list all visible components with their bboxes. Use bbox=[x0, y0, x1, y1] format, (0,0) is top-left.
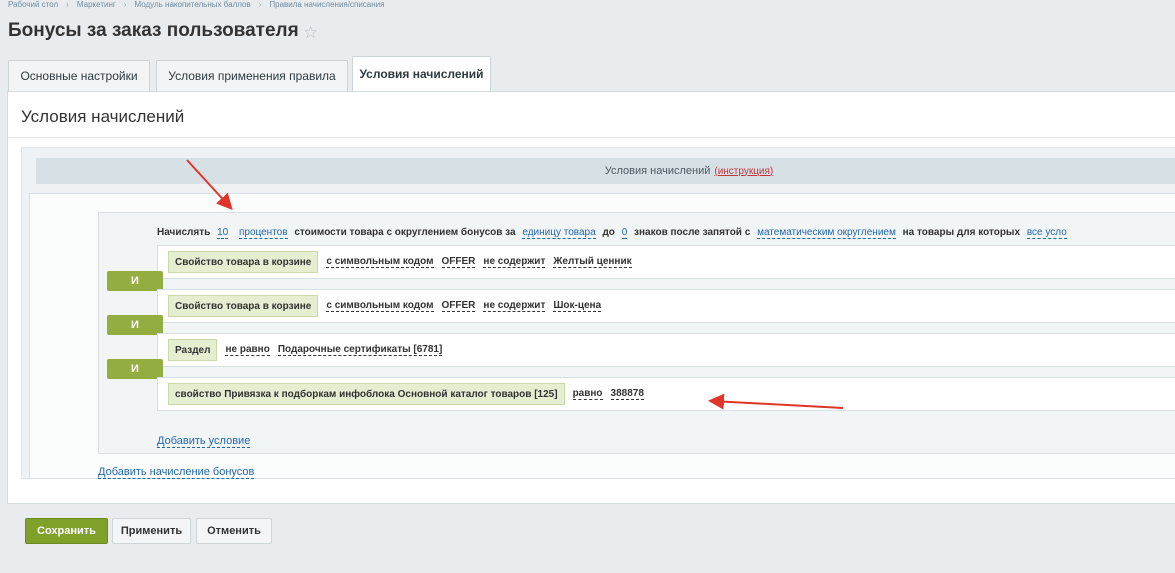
bonus-accrual-block: Начислять 10 процентов стоимости товара … bbox=[29, 193, 1175, 479]
conditions-area: Условия начислений (инструкция) Начислят… bbox=[21, 147, 1175, 479]
conditions-header: Условия начислений (инструкция) bbox=[36, 158, 1175, 184]
breadcrumb-item[interactable]: Рабочий стол bbox=[8, 0, 58, 9]
rounding-select[interactable]: математическим округлением bbox=[757, 227, 896, 239]
rule-text: на товары для которых bbox=[902, 227, 1021, 238]
conditions-header-title: Условия начислений bbox=[604, 165, 711, 177]
tab-accrual-conditions[interactable]: Условия начислений bbox=[352, 56, 491, 91]
condition-token[interactable]: не содержит bbox=[483, 256, 546, 268]
condition-token[interactable]: не содержит bbox=[483, 300, 546, 312]
rule-text: стоимости товара с округлением бонусов з… bbox=[294, 227, 516, 238]
and-connector[interactable]: И bbox=[107, 271, 163, 291]
condition-token[interactable]: равно bbox=[572, 388, 603, 400]
cancel-button[interactable]: Отменить bbox=[196, 518, 272, 544]
divider bbox=[8, 137, 1175, 138]
condition-row: Свойство товара в корзине с символьным к… bbox=[157, 289, 1175, 323]
tab-main-settings[interactable]: Основные настройки bbox=[8, 60, 150, 91]
condition-row: Раздел не равно Подарочные сертификаты [… bbox=[157, 333, 1175, 367]
scope-select[interactable]: все усло bbox=[1026, 227, 1067, 239]
add-bonus-link[interactable]: Добавить начисление бонусов bbox=[98, 466, 255, 479]
and-connector[interactable]: И bbox=[107, 315, 163, 335]
breadcrumb-item[interactable]: Модуль накопительных баллов bbox=[134, 0, 250, 9]
condition-group: Начислять 10 процентов стоимости товара … bbox=[98, 212, 1175, 454]
condition-row: свойство Привязка к подборкам инфоблока … bbox=[157, 377, 1175, 411]
condition-token[interactable]: не равно bbox=[225, 344, 270, 356]
rule-text: до bbox=[602, 227, 615, 238]
condition-type-chip[interactable]: Раздел bbox=[168, 339, 218, 361]
tab-rule-conditions[interactable]: Условия применения правила bbox=[156, 60, 348, 91]
condition-token[interactable]: с символьным кодом bbox=[326, 300, 434, 312]
amount-value[interactable]: 10 bbox=[217, 227, 229, 239]
unit-select[interactable]: процентов bbox=[238, 227, 288, 239]
per-unit-select[interactable]: единицу товара bbox=[522, 227, 596, 239]
chevron-right-icon: › bbox=[258, 0, 262, 9]
condition-row: Свойство товара в корзине с символьным к… bbox=[157, 245, 1175, 279]
breadcrumb: Рабочий стол › Маркетинг › Модуль накопитель… bbox=[8, 0, 384, 10]
panel-title: Условия начислений bbox=[21, 107, 185, 126]
condition-type-chip[interactable]: свойство Привязка к подборкам инфоблока … bbox=[168, 383, 565, 405]
rule-text: знаков после запятой с bbox=[634, 227, 751, 238]
content-panel: Условия начислений Условия начислений (и… bbox=[7, 91, 1175, 504]
condition-token[interactable]: OFFER bbox=[441, 300, 476, 312]
condition-type-chip[interactable]: Свойство товара в корзине bbox=[168, 295, 319, 317]
and-connector[interactable]: И bbox=[107, 359, 163, 379]
digits-value[interactable]: 0 bbox=[621, 227, 628, 239]
chevron-right-icon: › bbox=[123, 0, 127, 9]
chevron-right-icon: › bbox=[66, 0, 69, 9]
apply-button[interactable]: Применить bbox=[112, 518, 191, 544]
condition-type-chip[interactable]: Свойство товара в корзине bbox=[168, 251, 319, 273]
star-icon[interactable]: ☆ bbox=[303, 23, 318, 43]
accrual-rule-line: Начислять 10 процентов стоимости товара … bbox=[157, 227, 1071, 239]
condition-token[interactable]: 388878 bbox=[610, 388, 644, 400]
condition-token[interactable]: OFFER bbox=[441, 256, 476, 268]
condition-token[interactable]: Шок-цена bbox=[553, 300, 602, 312]
save-button[interactable]: Сохранить bbox=[25, 518, 108, 544]
breadcrumb-item[interactable]: Маркетинг bbox=[77, 0, 116, 9]
instruction-link[interactable]: (инструкция) bbox=[714, 166, 773, 177]
condition-token[interactable]: с символьным кодом bbox=[326, 256, 434, 268]
condition-token[interactable]: Желтый ценник bbox=[553, 256, 632, 268]
condition-token[interactable]: Подарочные сертификаты [6781] bbox=[277, 344, 443, 356]
rule-text: Начислять bbox=[157, 227, 211, 238]
breadcrumb-item[interactable]: Правила начисления/списания bbox=[269, 0, 384, 9]
add-condition-link[interactable]: Добавить условие bbox=[157, 435, 251, 448]
page-title: Бонусы за заказ пользователя bbox=[8, 20, 299, 41]
